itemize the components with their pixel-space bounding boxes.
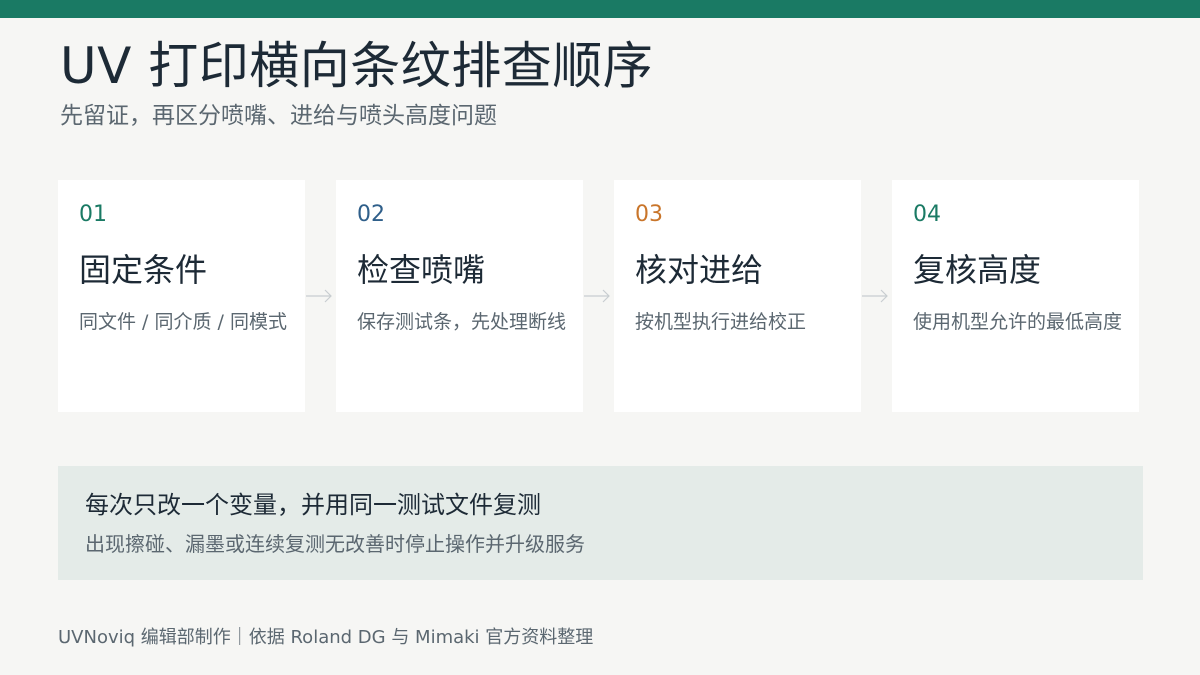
step-description: 同文件 / 同介质 / 同模式 — [79, 311, 287, 333]
step-card-3: 03 核对进给 按机型执行进给校正 — [614, 180, 861, 412]
step-title: 固定条件 — [79, 251, 208, 289]
top-accent-bar — [0, 0, 1200, 18]
step-card-1: 01 固定条件 同文件 / 同介质 / 同模式 — [58, 180, 305, 412]
step-number: 02 — [357, 202, 385, 227]
step-description: 按机型执行进给校正 — [635, 311, 807, 333]
step-number: 03 — [635, 202, 663, 227]
step-card-2: 02 检查喷嘴 保存测试条，先处理断线 — [336, 180, 583, 412]
arrow-right-icon — [583, 286, 611, 306]
note-sub-text: 出现擦碰、漏墨或连续复测无改善时停止操作并升级服务 — [85, 532, 585, 556]
step-number: 04 — [913, 202, 941, 227]
step-title: 复核高度 — [913, 251, 1042, 289]
key-note-box: 每次只改一个变量，并用同一测试文件复测 出现擦碰、漏墨或连续复测无改善时停止操作… — [58, 466, 1143, 580]
step-description: 保存测试条，先处理断线 — [357, 311, 567, 333]
step-title: 检查喷嘴 — [357, 251, 486, 289]
note-main-text: 每次只改一个变量，并用同一测试文件复测 — [85, 491, 541, 519]
step-card-4: 04 复核高度 使用机型允许的最低高度 — [892, 180, 1139, 412]
page-title: UV 打印横向条纹排查顺序 — [60, 37, 654, 95]
page-subtitle: 先留证，再区分喷嘴、进给与喷头高度问题 — [60, 103, 497, 129]
footer-credit: UVNoviq 编辑部制作｜依据 Roland DG 与 Mimaki 官方资料… — [58, 627, 594, 648]
step-title: 核对进给 — [635, 251, 764, 289]
arrow-right-icon — [305, 286, 333, 306]
arrow-right-icon — [861, 286, 889, 306]
steps-row: 01 固定条件 同文件 / 同介质 / 同模式 02 检查喷嘴 保存测试条，先处… — [58, 180, 1142, 412]
step-description: 使用机型允许的最低高度 — [913, 311, 1123, 333]
step-number: 01 — [79, 202, 107, 227]
